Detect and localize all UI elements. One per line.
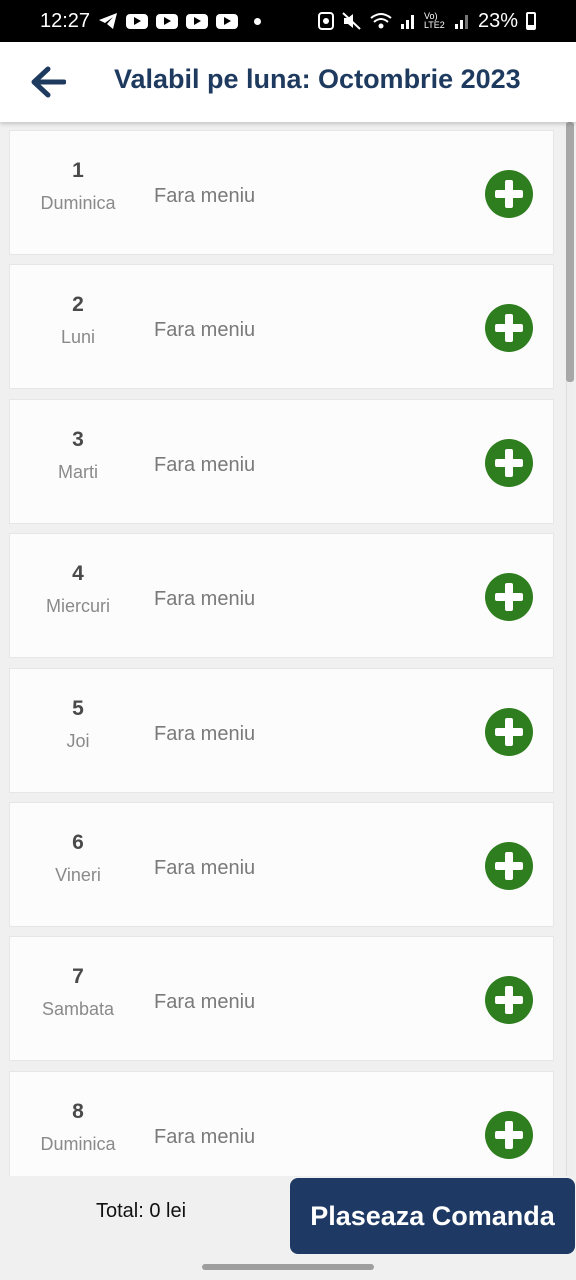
battery-percent: 23% (477, 9, 518, 32)
app-bar: Valabil pe luna: Octombrie 2023 (0, 42, 576, 122)
page-title: Valabil pe luna: Octombrie 2023 (114, 64, 521, 94)
day-name: Duminica (40, 193, 116, 213)
day-name: Marti (58, 462, 98, 482)
order-footer: Total: 0 lei Plaseaza Comanda (0, 1176, 576, 1256)
youtube-icon (126, 13, 149, 29)
day-number: 6 (72, 831, 84, 854)
add-button[interactable] (485, 708, 533, 756)
signal-icon (454, 15, 468, 29)
day-name: Vineri (55, 865, 101, 885)
menu-status: Fara meniu (154, 1126, 256, 1148)
day-card: 5 Joi Fara meniu (9, 668, 554, 793)
scrollbar-thumb[interactable] (566, 122, 574, 382)
day-number: 5 (72, 697, 84, 720)
day-name: Sambata (41, 999, 115, 1019)
home-gesture-handle[interactable] (202, 1264, 374, 1270)
menu-status: Fara meniu (154, 991, 256, 1013)
menu-status: Fara meniu (154, 857, 256, 879)
battery-icon (526, 12, 536, 30)
back-button[interactable] (28, 64, 68, 100)
add-button[interactable] (485, 976, 533, 1024)
day-card: 7 Sambata Fara meniu (9, 936, 554, 1061)
arrow-left-icon (31, 66, 66, 98)
day-number: 4 (72, 562, 84, 585)
menu-status: Fara meniu (154, 588, 256, 610)
lte-label: Vo) LTE2 (423, 11, 445, 30)
menu-status: Fara meniu (154, 723, 256, 745)
nfc-icon (317, 12, 334, 30)
day-name: Duminica (40, 1134, 116, 1154)
system-nav-bar (0, 1256, 576, 1280)
day-number: 1 (72, 159, 84, 182)
day-card: 3 Marti Fara meniu (9, 399, 554, 524)
day-number: 3 (72, 428, 84, 451)
add-button[interactable] (485, 1111, 533, 1159)
day-number: 7 (72, 965, 84, 988)
day-card: 4 Miercuri Fara meniu (9, 533, 554, 658)
status-time: 12:27 (40, 9, 91, 32)
mute-icon (342, 12, 361, 30)
add-button[interactable] (485, 170, 533, 218)
day-card: 6 Vineri Fara meniu (9, 802, 554, 927)
add-button[interactable] (485, 304, 533, 352)
youtube-icon (156, 13, 179, 29)
add-button[interactable] (485, 439, 533, 487)
day-name: Joi (66, 731, 90, 751)
menu-status: Fara meniu (154, 185, 256, 207)
day-card: 8 Duminica Fara meniu (9, 1071, 554, 1176)
day-card: 2 Luni Fara meniu (9, 264, 554, 389)
day-name: Miercuri (45, 596, 110, 616)
signal-icon (400, 15, 414, 29)
telegram-icon (99, 13, 118, 29)
wifi-icon (370, 13, 392, 29)
youtube-icon (216, 13, 239, 29)
status-bar: 12:27 Vo) LTE2 23% (0, 0, 576, 42)
menu-status: Fara meniu (154, 319, 256, 341)
order-total: Total: 0 lei (96, 1200, 187, 1222)
status-right: Vo) LTE2 23% (317, 9, 536, 33)
day-card: 1 Duminica Fara meniu (9, 130, 554, 255)
day-list[interactable]: 1 Duminica Fara meniu 2 Luni Fara meniu … (0, 122, 576, 1176)
day-number: 8 (72, 1100, 84, 1123)
add-button[interactable] (485, 573, 533, 621)
day-number: 2 (72, 293, 84, 316)
status-left: 12:27 (40, 9, 262, 33)
day-name: Luni (60, 327, 96, 347)
youtube-icon (186, 13, 209, 29)
add-button[interactable] (485, 842, 533, 890)
notification-dot-icon (254, 17, 262, 25)
place-order-button[interactable]: Plaseaza Comanda (290, 1178, 575, 1254)
menu-status: Fara meniu (154, 454, 256, 476)
